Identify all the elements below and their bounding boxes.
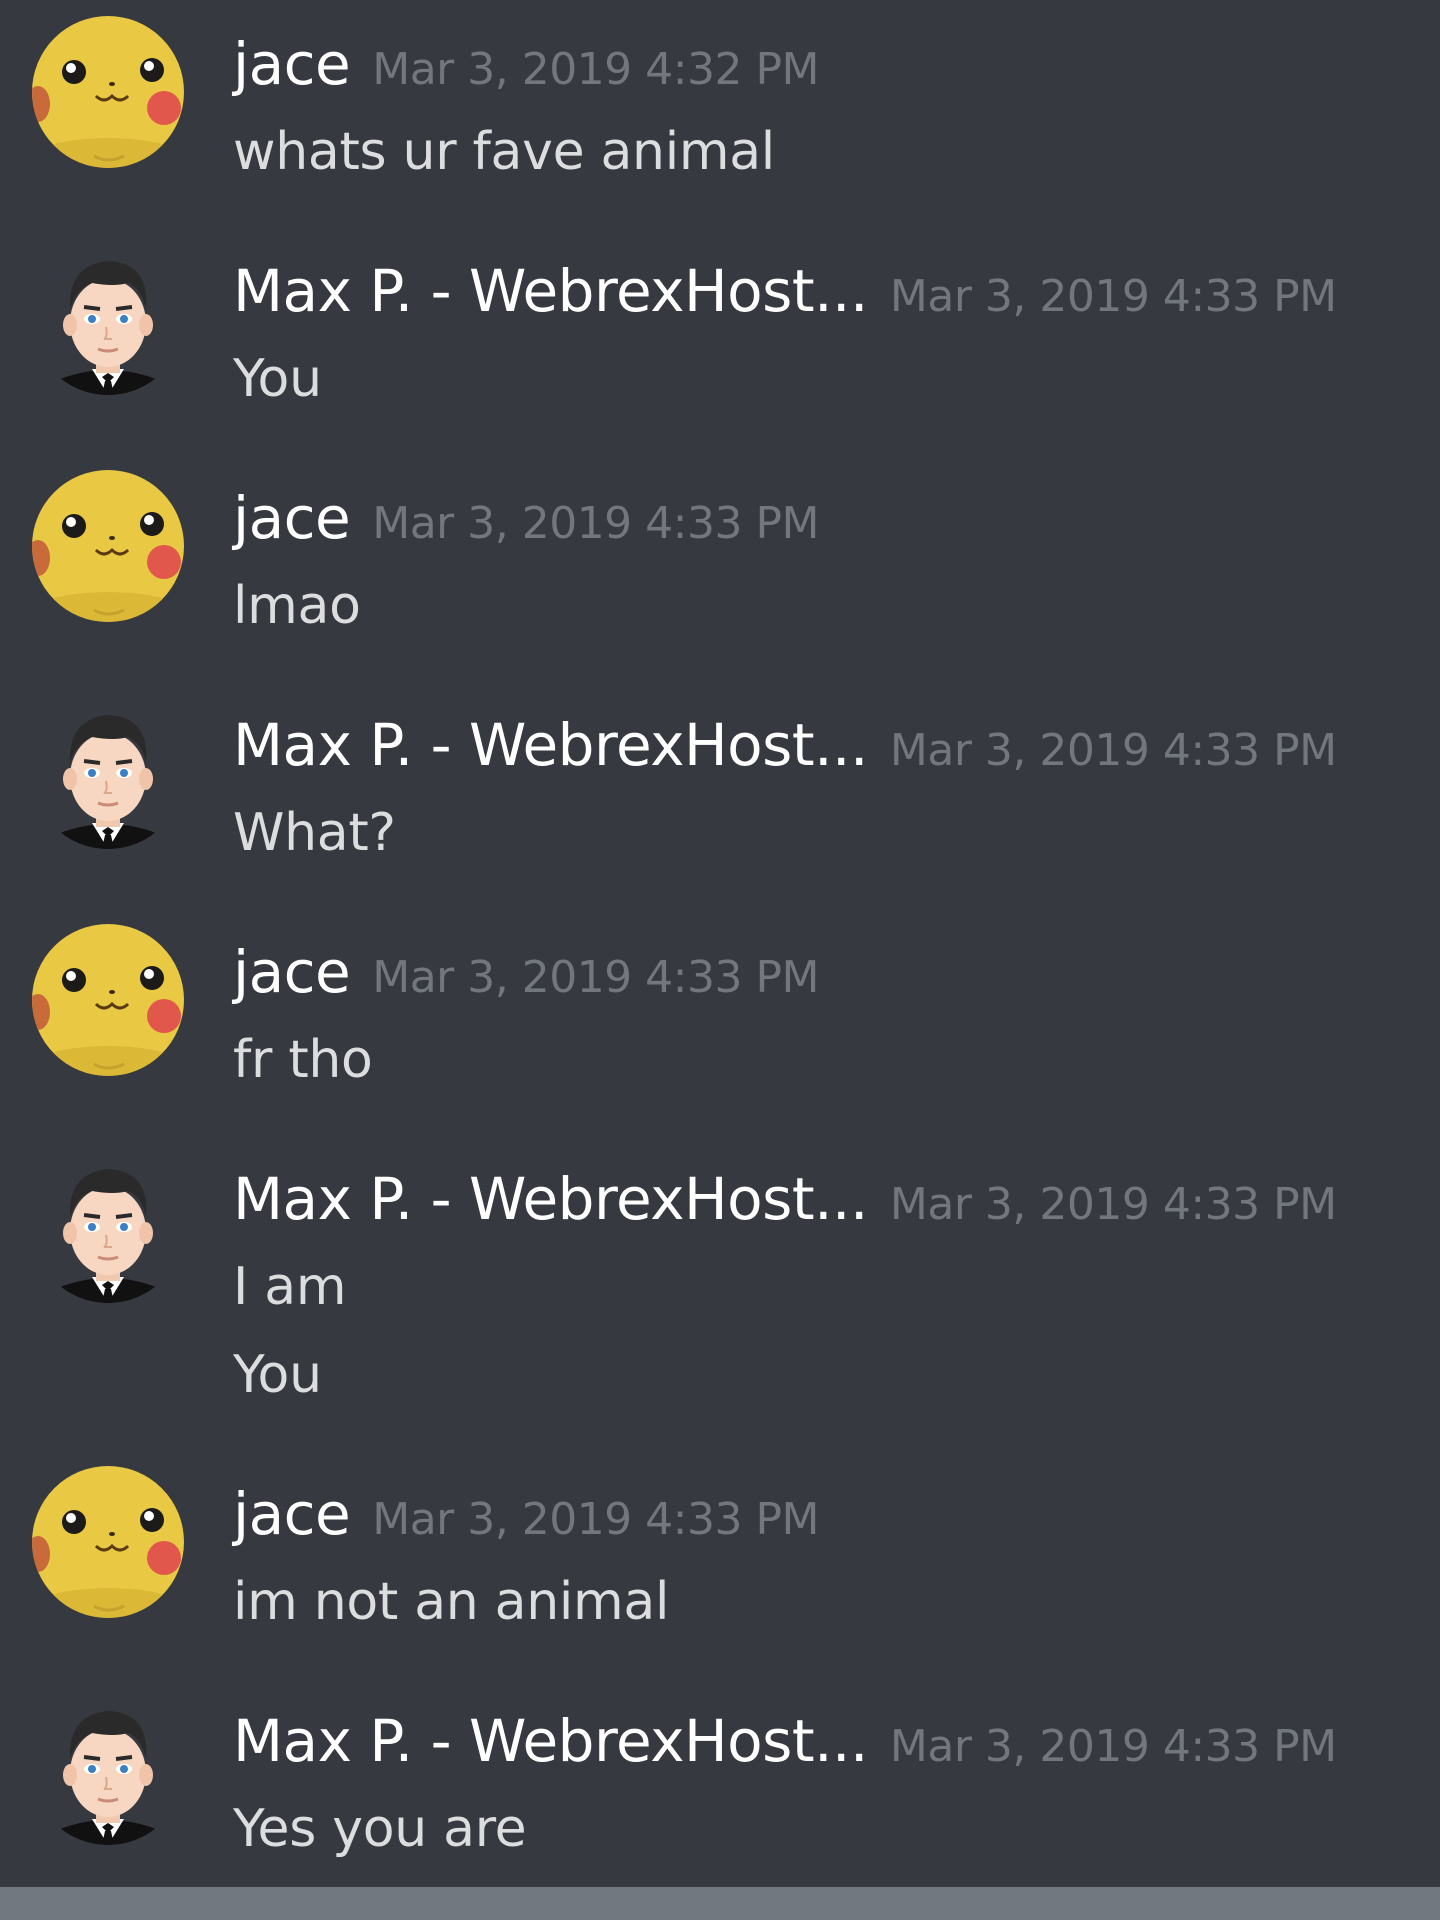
message-text: fr tho <box>233 1030 373 1090</box>
message-header: Max P. - WebrexHost... Mar 3, 2019 4:33 P… <box>233 711 1337 781</box>
username[interactable]: jace <box>233 1480 351 1548</box>
timestamp: Mar 3, 2019 4:33 PM <box>372 1494 819 1545</box>
pikachu-avatar-icon[interactable] <box>32 1466 184 1618</box>
message-header: Max P. - WebrexHost... Mar 3, 2019 4:33 P… <box>233 1707 1337 1777</box>
timestamp: Mar 3, 2019 4:33 PM <box>889 725 1337 776</box>
message-header: Max P. - WebrexHost... Mar 3, 2019 4:33 P… <box>233 257 1337 327</box>
username[interactable]: jace <box>233 938 351 1006</box>
message-header: jace Mar 3, 2019 4:33 PM <box>233 938 819 1008</box>
businessman-avatar-icon[interactable] <box>32 243 184 395</box>
message-text: im not an animal <box>233 1572 670 1632</box>
message-text: You <box>233 349 322 409</box>
message-header: jace Mar 3, 2019 4:33 PM <box>233 484 819 554</box>
username[interactable]: Max P. - WebrexHost... <box>233 711 868 779</box>
timestamp: Mar 3, 2019 4:33 PM <box>372 498 819 549</box>
message-text: You <box>233 1345 322 1405</box>
businessman-avatar-icon[interactable] <box>32 1693 184 1845</box>
businessman-avatar-icon[interactable] <box>32 697 184 849</box>
username[interactable]: Max P. - WebrexHost... <box>233 1707 868 1775</box>
username[interactable]: Max P. - WebrexHost... <box>233 257 868 325</box>
message-list[interactable]: jace Mar 3, 2019 4:32 PM whats ur fave an… <box>0 0 1440 1887</box>
message-header: Max P. - WebrexHost... Mar 3, 2019 4:33 P… <box>233 1165 1337 1235</box>
timestamp: Mar 3, 2019 4:33 PM <box>372 952 819 1003</box>
message-text: whats ur fave animal <box>233 122 775 182</box>
pikachu-avatar-icon[interactable] <box>32 924 184 1076</box>
message-header: jace Mar 3, 2019 4:33 PM <box>233 1480 819 1550</box>
businessman-avatar-icon[interactable] <box>32 1151 184 1303</box>
username[interactable]: Max P. - WebrexHost... <box>233 1165 868 1233</box>
timestamp: Mar 3, 2019 4:33 PM <box>889 271 1337 322</box>
message-text: What? <box>233 803 396 863</box>
message-text: lmao <box>233 576 361 636</box>
username[interactable]: jace <box>233 30 351 98</box>
pikachu-avatar-icon[interactable] <box>32 470 184 622</box>
timestamp: Mar 3, 2019 4:33 PM <box>889 1179 1337 1230</box>
message-text: I am <box>233 1257 347 1317</box>
message-input-bar-edge[interactable] <box>0 1887 1440 1920</box>
username[interactable]: jace <box>233 484 351 552</box>
timestamp: Mar 3, 2019 4:32 PM <box>372 44 819 95</box>
message-header: jace Mar 3, 2019 4:32 PM <box>233 30 819 100</box>
message-text: Yes you are <box>233 1799 527 1859</box>
timestamp: Mar 3, 2019 4:33 PM <box>889 1721 1337 1772</box>
pikachu-avatar-icon[interactable] <box>32 16 184 168</box>
